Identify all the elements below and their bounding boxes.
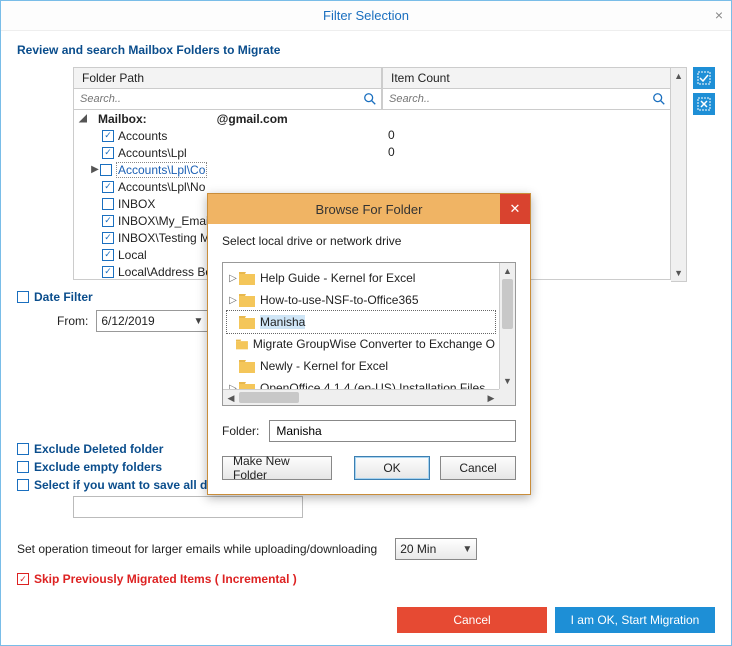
count-search-input[interactable] [387,92,652,106]
folder-item[interactable]: ▷OpenOffice 4.1.4 (en-US) Installation F… [227,377,495,389]
obscured-text [147,114,217,124]
checkbox-icon[interactable]: ✓ [102,232,114,244]
expand-icon[interactable]: ▷ [227,295,239,306]
column-header-count[interactable]: Item Count [382,67,671,88]
timeout-label: Set operation timeout for larger emails … [17,542,377,556]
select-all-button[interactable] [693,67,715,89]
checkbox-icon[interactable]: ✓ [17,573,29,585]
cancel-button[interactable]: Cancel [397,607,547,633]
close-icon[interactable]: × [715,7,723,23]
close-icon[interactable]: ✕ [500,194,530,224]
chevron-down-icon[interactable]: ▼ [462,544,472,555]
search-icon[interactable] [652,92,666,106]
folder-browser-tree[interactable]: ▷Help Guide - Kernel for Excel ▷How-to-u… [222,262,516,406]
caret-down-icon[interactable]: ◢ [78,113,88,124]
dialog-instruction: Select local drive or network drive [222,234,516,248]
folder-item-selected[interactable]: Manisha [227,311,495,333]
count-cell: 0 [382,144,670,161]
dialog-title: Browse For Folder [316,202,423,217]
search-icon[interactable] [363,92,377,106]
scroll-down-icon[interactable]: ▼ [671,265,686,281]
tree-row[interactable]: ✓Accounts [74,127,382,144]
browse-folder-dialog: Browse For Folder ✕ Select local drive o… [207,193,531,495]
folder-item[interactable]: Newly - Kernel for Excel [227,355,495,377]
timeout-value: 20 Min [400,542,436,556]
path-search[interactable] [73,88,382,110]
column-header-path[interactable]: Folder Path [73,67,382,88]
horizontal-scrollbar[interactable]: ◀ ▶ [223,389,499,405]
timeout-dropdown[interactable]: 20 Min ▼ [395,538,477,560]
cancel-button[interactable]: Cancel [440,456,516,480]
checkbox-icon[interactable]: ✓ [17,461,29,473]
folder-field-label: Folder: [222,424,259,438]
scroll-up-icon[interactable]: ▲ [500,263,515,279]
scroll-down-icon[interactable]: ▼ [500,373,515,389]
checkbox-icon[interactable]: ✓ [100,164,112,176]
from-date-input[interactable]: 6/12/2019 ▼ [96,310,208,332]
checkbox-icon[interactable]: ✓ [102,181,114,193]
scroll-left-icon[interactable]: ◀ [223,390,239,405]
mailbox-address-suffix: @gmail.com [217,112,288,126]
checkbox-icon[interactable]: ✓ [102,215,114,227]
checkbox-icon[interactable]: ✓ [17,291,29,303]
caret-right-icon[interactable]: ▶ [90,164,100,175]
mailbox-label: Mailbox: [98,112,147,126]
count-cell: 0 [382,127,670,144]
date-filter-label: Date Filter [34,290,93,304]
deselect-all-button[interactable] [693,93,715,115]
checkbox-icon[interactable]: ✓ [17,443,29,455]
mailbox-root-row[interactable]: ◢ Mailbox: @gmail.com [74,110,382,127]
titlebar: Filter Selection × [1,1,731,31]
vertical-scrollbar[interactable]: ▲ ▼ [499,263,515,389]
checkbox-icon[interactable]: ✓ [17,479,29,491]
start-migration-button[interactable]: I am OK, Start Migration [555,607,715,633]
tree-row[interactable]: ✓Accounts\Lpl [74,144,382,161]
scroll-thumb[interactable] [239,392,299,403]
folder-item[interactable]: ▷Help Guide - Kernel for Excel [227,267,495,289]
checkbox-icon[interactable]: ✓ [102,266,114,278]
checkbox-icon[interactable]: ✓ [102,198,114,210]
expand-icon[interactable]: ▷ [227,273,239,284]
scroll-corner [499,389,515,405]
tree-row[interactable]: ▶✓Accounts\Lpl\Co [74,161,382,178]
checkbox-icon[interactable]: ✓ [102,130,114,142]
count-search[interactable] [382,88,671,110]
skip-migrated-option[interactable]: ✓ Skip Previously Migrated Items ( Incre… [17,572,715,586]
filter-selection-window: Filter Selection × Review and search Mai… [0,0,732,646]
ok-button[interactable]: OK [354,456,430,480]
make-new-folder-button[interactable]: Make New Folder [222,456,332,480]
chevron-down-icon[interactable]: ▼ [193,316,203,327]
checkbox-icon[interactable]: ✓ [102,147,114,159]
scroll-right-icon[interactable]: ▶ [483,390,499,405]
folder-name-input[interactable] [269,420,516,442]
dialog-titlebar: Browse For Folder ✕ [208,194,530,224]
scroll-up-icon[interactable]: ▲ [671,68,686,84]
page-heading: Review and search Mailbox Folders to Mig… [17,43,715,57]
vertical-scrollbar[interactable]: ▲ ▼ [671,67,687,282]
folder-item[interactable]: Migrate GroupWise Converter to Exchange … [227,333,495,355]
count-cell [382,110,670,127]
save-path-input[interactable] [73,496,303,518]
folder-item[interactable]: ▷How-to-use-NSF-to-Office365 [227,289,495,311]
from-date-value: 6/12/2019 [101,314,154,328]
scroll-thumb[interactable] [502,279,513,329]
window-title: Filter Selection [323,8,409,23]
checkbox-icon[interactable]: ✓ [102,249,114,261]
path-search-input[interactable] [78,92,363,106]
from-label: From: [57,314,88,328]
